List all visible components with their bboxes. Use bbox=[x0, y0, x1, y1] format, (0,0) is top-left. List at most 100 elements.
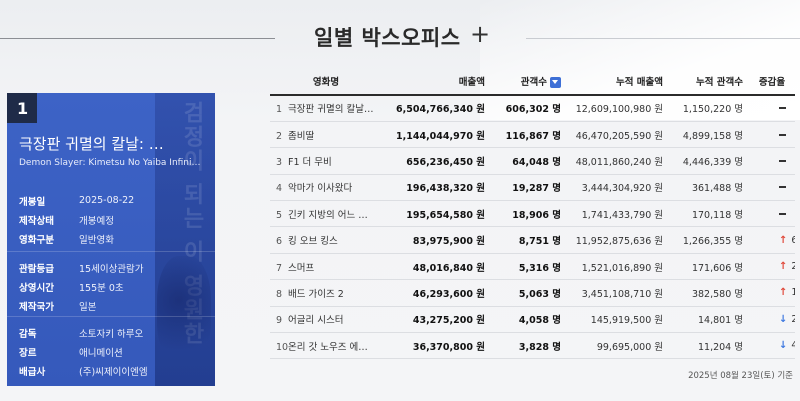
audience-cell: 8,751 명 bbox=[518, 236, 561, 248]
rank-number: 3 bbox=[276, 156, 283, 168]
movie-title-cell[interactable]: 2 좀비딸 bbox=[270, 121, 388, 147]
header-audience[interactable]: 관객수 bbox=[491, 68, 567, 95]
change-cell bbox=[749, 95, 795, 121]
change-cell: ↓4 bbox=[749, 333, 795, 359]
dash-icon bbox=[779, 133, 786, 136]
card-movie-subtitle: Demon Slayer: Kimetsu No Yaiba Infini… bbox=[19, 158, 201, 168]
card-info-value: 일본 bbox=[79, 301, 97, 313]
movie-title[interactable]: 온리 갓 노우즈 에… bbox=[288, 342, 368, 353]
movie-title-cell[interactable]: 3 F1 더 무비 bbox=[270, 148, 388, 174]
rank-number: 8 bbox=[276, 288, 283, 300]
table-row[interactable]: 6 킹 오브 킹스 83,975,900 원 8,751 명 11,952,875,63… bbox=[270, 227, 795, 254]
sales-cell: 36,370,800 원 bbox=[412, 341, 485, 353]
movie-title-cell[interactable]: 8 배드 가이즈 2 bbox=[270, 280, 388, 306]
cum-sales-cell: 1,741,433,790 원 bbox=[581, 209, 663, 221]
change-value: 2 bbox=[791, 314, 795, 325]
dash-icon bbox=[779, 186, 786, 189]
card-info-label: 감독 bbox=[19, 328, 37, 340]
table-row[interactable]: 5 긴키 지방의 어느 … 195,654,580 원 18,906 명 1,741,4… bbox=[270, 201, 795, 227]
movie-title[interactable]: F1 더 무비 bbox=[288, 157, 332, 168]
top-movie-card[interactable]: 검정이 되는 이 영원한 1 극장판 귀멸의 칼날: … Demon Slaye… bbox=[7, 93, 215, 386]
cum-audience-cell: 171,606 명 bbox=[691, 262, 743, 274]
movie-title-cell[interactable]: 1 극장판 귀멸의 칼날… bbox=[270, 95, 388, 121]
cum-audience-cell: 4,899,158 명 bbox=[682, 130, 743, 142]
cum-audience-cell: 4,446,339 명 bbox=[682, 156, 743, 168]
table-row[interactable]: 8 배드 가이즈 2 46,293,600 원 5,063 명 3,451,108,71… bbox=[270, 280, 795, 307]
header-change[interactable]: 증감율 bbox=[749, 68, 795, 95]
header-audience-label[interactable]: 관객수 bbox=[521, 77, 547, 88]
header-divider-left bbox=[0, 38, 275, 39]
header-title[interactable]: 영화명 bbox=[270, 68, 388, 95]
table-header-row: 영화명 매출액 관객수 누적 매출액 누적 관객수 증감율 bbox=[270, 68, 795, 95]
table-row[interactable]: 2 좀비딸 1,144,044,970 원 116,867 명 46,470,205,5… bbox=[270, 121, 795, 148]
cum-sales-cell: 3,451,108,710 원 bbox=[581, 288, 663, 300]
card-info-credits: 감독 소토자키 하루오 장르 애니메이션 배급사 (주)씨제이이엔엠 bbox=[19, 323, 209, 380]
sales-cell: 1,144,044,970 원 bbox=[396, 130, 485, 142]
card-info-label: 제작국가 bbox=[19, 301, 54, 313]
change-value: 4 bbox=[791, 340, 795, 351]
sales-cell: 195,654,580 원 bbox=[406, 209, 485, 221]
card-movie-title[interactable]: 극장판 귀멸의 칼날: … bbox=[19, 133, 209, 154]
audience-cell: 64,048 명 bbox=[512, 156, 561, 168]
change-value: 12 bbox=[791, 287, 795, 298]
plus-icon[interactable]: + bbox=[470, 20, 490, 48]
movie-title[interactable]: 스머프 bbox=[288, 263, 314, 274]
change-cell bbox=[749, 148, 795, 174]
table-row[interactable]: 1 극장판 귀멸의 칼날… 6,504,766,340 원 606,302 명 12,6… bbox=[270, 95, 795, 122]
cum-sales-cell: 11,952,875,636 원 bbox=[575, 236, 663, 248]
change-cell: ↑6 bbox=[749, 227, 795, 253]
movie-title[interactable]: 킹 오브 킹스 bbox=[288, 236, 338, 247]
audience-cell: 116,867 명 bbox=[505, 130, 561, 142]
change-cell: ↓2 bbox=[749, 306, 795, 332]
cum-sales-cell: 48,011,860,240 원 bbox=[575, 156, 663, 168]
sales-cell: 656,236,450 원 bbox=[406, 156, 485, 168]
card-info-label: 제작상태 bbox=[19, 215, 54, 227]
dash-icon bbox=[779, 159, 786, 162]
card-info-row: 감독 소토자키 하루오 bbox=[19, 323, 209, 342]
header-cum-audience[interactable]: 누적 관객수 bbox=[669, 68, 749, 95]
sort-desc-icon[interactable] bbox=[550, 77, 561, 88]
table-row[interactable]: 10온리 갓 노우즈 에… 36,370,800 원 3,828 명 99,695,0… bbox=[270, 333, 795, 359]
card-rank: 1 bbox=[17, 99, 29, 118]
card-info-value: 일반영화 bbox=[79, 234, 114, 246]
cum-audience-cell: 382,580 명 bbox=[691, 288, 743, 300]
page-header: 일별 박스오피스 + bbox=[0, 0, 800, 74]
page-title: 일별 박스오피스 bbox=[314, 26, 461, 50]
card-info-row: 제작상태 개봉예정 bbox=[19, 210, 209, 229]
movie-title[interactable]: 어글리 시스터 bbox=[288, 315, 343, 326]
movie-title[interactable]: 극장판 귀멸의 칼날… bbox=[288, 104, 373, 115]
sales-cell: 48,016,840 원 bbox=[412, 262, 485, 274]
table-row[interactable]: 4 악마가 이사왔다 196,438,320 원 19,287 명 3,444,304,… bbox=[270, 174, 795, 201]
card-info-row: 관람등급 15세이상관람가 bbox=[19, 258, 209, 277]
audience-cell: 3,828 명 bbox=[518, 341, 561, 353]
header-sales[interactable]: 매출액 bbox=[388, 68, 491, 95]
rank-number: 2 bbox=[276, 130, 283, 142]
card-info-row: 상영시간 155분 0초 bbox=[19, 277, 209, 296]
movie-title-cell[interactable]: 4 악마가 이사왔다 bbox=[270, 174, 388, 200]
rank-number: 10 bbox=[276, 341, 289, 353]
audience-cell: 5,316 명 bbox=[518, 262, 561, 274]
header-cum-sales[interactable]: 누적 매출액 bbox=[567, 68, 669, 95]
cum-audience-cell: 14,801 명 bbox=[697, 315, 743, 327]
arrow-down-icon: ↓ bbox=[779, 340, 788, 352]
card-info-value: 15세이상관람가 bbox=[79, 263, 144, 275]
movie-title[interactable]: 좀비딸 bbox=[288, 131, 314, 142]
movie-title[interactable]: 악마가 이사왔다 bbox=[288, 183, 352, 194]
card-info-row: 장르 애니메이션 bbox=[19, 342, 209, 361]
movie-title-cell[interactable]: 9 어글리 시스터 bbox=[270, 306, 388, 332]
sales-cell: 196,438,320 원 bbox=[406, 183, 485, 195]
movie-title-cell[interactable]: 5 긴키 지방의 어느 … bbox=[270, 201, 388, 227]
movie-title-cell[interactable]: 6 킹 오브 킹스 bbox=[270, 227, 388, 253]
box-office-table: 영화명 매출액 관객수 누적 매출액 누적 관객수 증감율 1 극장판 귀멸의 칼… bbox=[270, 68, 795, 359]
table-row[interactable]: 7 스머프 48,016,840 원 5,316 명 1,521,016,890 원 17… bbox=[270, 253, 795, 280]
card-info-label: 개봉일 bbox=[19, 196, 46, 208]
movie-title-cell[interactable]: 7 스머프 bbox=[270, 253, 388, 279]
cum-sales-cell: 46,470,205,590 원 bbox=[575, 130, 663, 142]
table-row[interactable]: 9 어글리 시스터 43,275,200 원 4,058 명 145,919,500 원… bbox=[270, 306, 795, 333]
card-info-release: 개봉일 2025-08-22 제작상태 개봉예정 영화구분 일반영화 bbox=[19, 191, 209, 248]
movie-title[interactable]: 배드 가이즈 2 bbox=[288, 289, 344, 300]
cum-audience-cell: 1,266,355 명 bbox=[682, 236, 743, 248]
movie-title[interactable]: 긴키 지방의 어느 … bbox=[288, 210, 368, 221]
table-row[interactable]: 3 F1 더 무비 656,236,450 원 64,048 명 48,011,860,… bbox=[270, 148, 795, 175]
movie-title-cell[interactable]: 10온리 갓 노우즈 에… bbox=[270, 333, 388, 359]
